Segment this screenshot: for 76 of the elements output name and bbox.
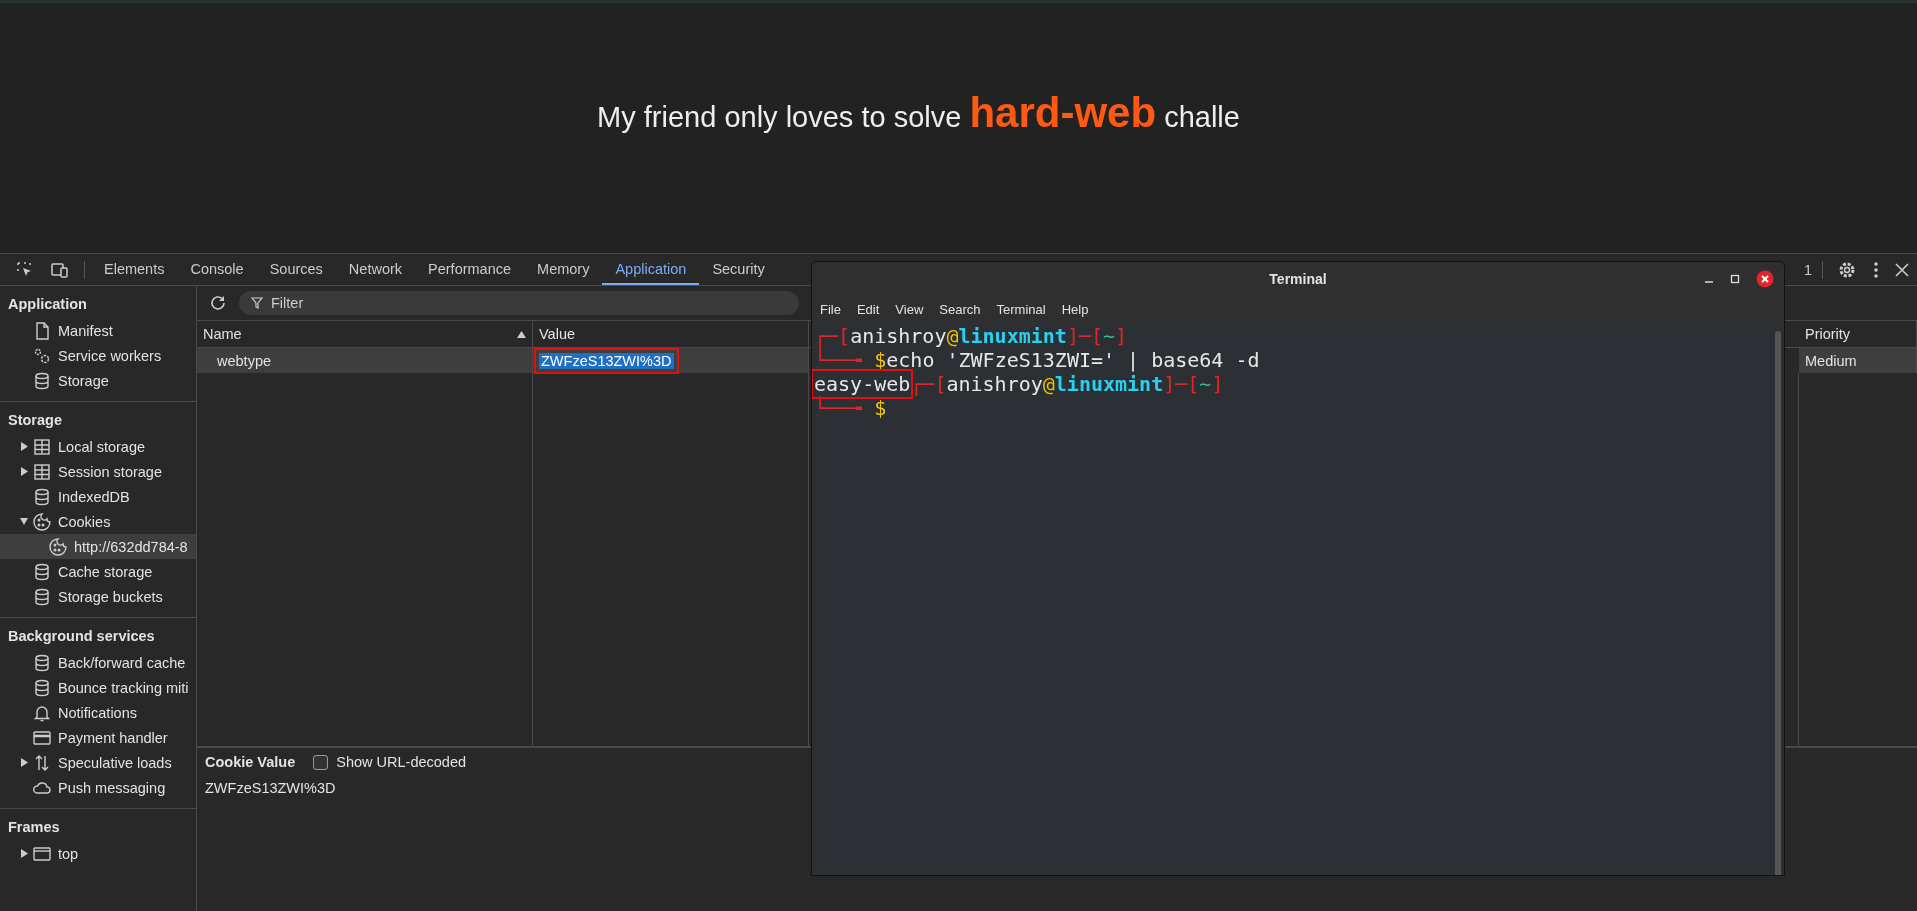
database-icon xyxy=(32,677,52,698)
database-icon xyxy=(32,652,52,673)
maximize-icon[interactable] xyxy=(1730,274,1740,284)
sidebar-section-title: Storage xyxy=(7,411,63,430)
refresh-icon[interactable] xyxy=(209,294,227,312)
sidebar-item[interactable]: Payment handler xyxy=(0,725,196,750)
devtools-tab[interactable]: Memory xyxy=(524,254,603,285)
terminal-line: └──╼ $ xyxy=(814,396,887,420)
database-icon xyxy=(32,586,52,607)
sidebar-item[interactable]: Cache storage xyxy=(0,559,196,584)
devtools-tab[interactable]: Sources xyxy=(256,254,336,285)
issues-count[interactable]: 1 xyxy=(1803,261,1812,278)
checkbox-label[interactable]: Show URL-decoded xyxy=(336,754,467,770)
sidebar-item[interactable]: Bounce tracking miti xyxy=(0,675,196,700)
sidebar-item[interactable]: Manifest xyxy=(0,318,196,343)
sidebar-item[interactable]: Back/forward cache xyxy=(0,650,196,675)
database-icon xyxy=(32,370,52,391)
terminal-line: ┌─[anishroy@linuxmint]─[~] xyxy=(814,324,1129,348)
cookie-value-text: ZWFzeS13ZWI%3D xyxy=(205,780,337,796)
sidebar-item[interactable]: Speculative loads xyxy=(0,750,196,775)
menu-item[interactable]: Help xyxy=(1061,301,1089,317)
expand-arrow-icon[interactable] xyxy=(20,517,28,526)
cookie-icon xyxy=(32,511,52,532)
window-title: Terminal xyxy=(1269,270,1327,287)
sidebar-section-title: Background services xyxy=(7,627,156,646)
sidebar-item[interactable]: Service workers xyxy=(0,343,196,368)
expand-arrow-icon[interactable] xyxy=(20,758,28,767)
sidebar-item[interactable]: Push messaging xyxy=(0,775,196,800)
terminal-line: └──╼ $echo 'ZWFzeS13ZWI=' | base64 -d xyxy=(814,348,1261,372)
expand-arrow-icon[interactable] xyxy=(20,849,28,858)
menu-item[interactable]: Search xyxy=(939,301,981,317)
devtools-tab[interactable]: Performance xyxy=(415,254,525,285)
devtools-tab[interactable]: Elements xyxy=(91,254,178,285)
table-icon xyxy=(32,436,52,457)
menu-item[interactable]: Terminal xyxy=(996,301,1046,317)
table-cell[interactable]: ZWFzeS13ZWI%3D xyxy=(533,348,809,373)
terminal-line: easy-web┌─[anishroy@linuxmint]─[~] xyxy=(814,372,1782,396)
cookie-value-title: Cookie Value xyxy=(205,754,296,770)
table-cell[interactable]: Medium xyxy=(1799,348,1917,373)
sidebar-section-title: Frames xyxy=(7,818,61,837)
column-header[interactable]: Priority xyxy=(1799,321,1917,347)
table-cell[interactable]: webtype xyxy=(197,348,533,373)
filter-icon xyxy=(251,297,263,309)
device-toolbar-icon[interactable] xyxy=(50,260,70,279)
devtools-tab[interactable]: Console xyxy=(177,254,257,285)
sidebar-item[interactable]: Cookies xyxy=(0,509,196,534)
sidebar-section-title: Application xyxy=(7,295,88,314)
sidebar-item[interactable]: Storage buckets xyxy=(0,584,196,609)
database-icon xyxy=(32,561,52,582)
sidebar-item[interactable]: top xyxy=(0,841,196,866)
menu-item[interactable]: Edit xyxy=(856,301,880,317)
more-options-icon[interactable] xyxy=(1873,260,1879,279)
menu-item[interactable]: View xyxy=(895,301,924,317)
table-icon xyxy=(32,461,52,482)
page-heading: My friend only loves to solve hard-web challe xyxy=(597,89,1240,137)
devtools-tab[interactable]: Security xyxy=(699,254,778,285)
sidebar-item[interactable]: Session storage xyxy=(0,459,196,484)
close-icon[interactable] xyxy=(1895,262,1909,277)
cookie-icon xyxy=(48,536,68,557)
sidebar-item[interactable]: http://632dd784-8 xyxy=(0,534,196,559)
devtools-tab[interactable]: Application xyxy=(602,254,700,285)
column-header[interactable]: Value xyxy=(533,321,809,347)
scrollbar[interactable] xyxy=(1775,331,1781,875)
checkbox[interactable] xyxy=(313,754,329,770)
database-icon xyxy=(32,486,52,507)
sidebar-item[interactable]: IndexedDB xyxy=(0,484,196,509)
devtools-tab[interactable]: Network xyxy=(335,254,416,285)
menu-item[interactable]: File xyxy=(820,301,841,317)
expand-arrow-icon[interactable] xyxy=(20,467,28,476)
sidebar-item[interactable]: Storage xyxy=(0,368,196,393)
column-header[interactable]: Name xyxy=(197,321,533,347)
expand-arrow-icon[interactable] xyxy=(20,442,28,451)
sidebar-item[interactable]: Notifications xyxy=(0,700,196,725)
sidebar-item[interactable]: Local storage xyxy=(0,434,196,459)
close-icon[interactable] xyxy=(1756,270,1774,288)
filter-field[interactable]: Filter xyxy=(239,291,799,315)
